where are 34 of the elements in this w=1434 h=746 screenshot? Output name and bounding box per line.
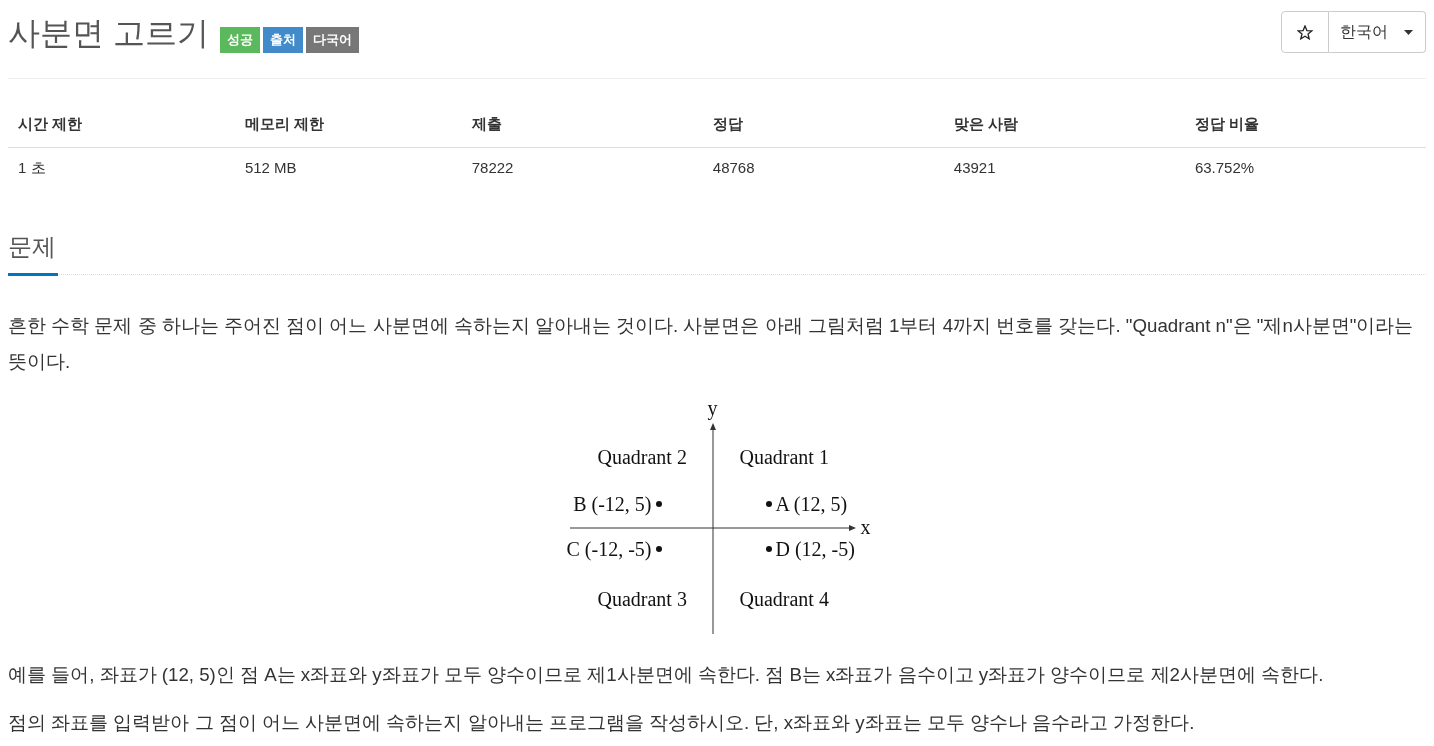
point-label: C (-12, -5) [566,539,652,559]
quadrant-label: Quadrant 4 [739,589,829,609]
table-cell: 63.752% [1184,147,1426,189]
quadrant-label: Quadrant 2 [597,447,687,467]
paragraph: 점의 좌표를 입력받아 그 점이 어느 사분면에 속하는지 알아내는 프로그램을 작성하시오. 단, x좌표와 y좌표는 모두 양수나 음수라고 가정한다. [8,711,1196,735]
axis-label: y [707,398,718,418]
star-icon [1297,24,1313,40]
table-cell: 78222 [461,147,703,189]
paragraph: 예를 들어, 좌표가 (12, 5)인 점 A는 x좌표와 y좌표가 모두 양수이므로 제1사분면에 속한다. 점 B는 x좌표가 음수이고 y좌표가 양수이므로 제2사분면에 속한다. [8,663,1325,687]
point-label: A (12, 5) [775,494,848,514]
label-tag: 출처 [262,27,303,53]
quadrant-label: Quadrant 3 [597,589,687,609]
axis-label: x [860,517,871,537]
table-cell: 48768 [702,147,944,189]
quadrant-label: Quadrant 1 [739,447,829,467]
table-cell: 512 MB [234,147,462,189]
point-label: B (-12, 5) [573,494,652,514]
column-header: 정답 [702,101,944,147]
table-cell: 43921 [943,147,1185,189]
problem-title: 사분면 고르기 [8,14,209,53]
column-header: 시간 제한 [8,101,235,147]
column-header: 제출 [461,101,703,147]
language-dropdown[interactable]: 한국어 [1329,11,1426,53]
point-label: D (12, -5) [775,539,855,559]
star-button[interactable] [1281,11,1329,53]
paragraph: 흔한 수학 문제 중 하나는 주어진 점이 어느 사분면에 속하는지 알아내는 것이다. 사분면은 아래 그림처럼 1부터 4까지 번호를 갖는다. "Quadrant n"은 "제n사분면"이라는 뜻이다. [8,314,1415,374]
caret-icon [1404,29,1413,35]
column-header: 메모리 제한 [234,101,462,147]
column-header: 맞은 사람 [943,101,1185,147]
label-tag: 성공 [219,27,260,53]
label-tag: 다국어 [305,27,359,53]
section-heading: 문제 [8,232,56,262]
table-cell: 1 초 [8,147,235,189]
column-header: 정답 비율 [1184,101,1426,147]
